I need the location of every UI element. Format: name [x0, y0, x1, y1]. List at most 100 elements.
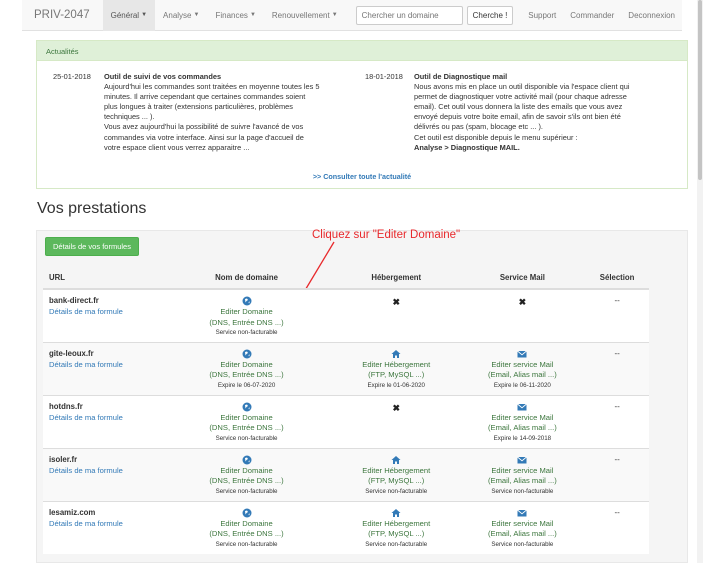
envelope-icon — [517, 350, 528, 357]
hebergement-cell: ✖ — [332, 288, 460, 342]
menu-general[interactable]: Général ▼ — [102, 0, 156, 31]
domaine-sub: (DNS, Entrée DNS ...) — [209, 529, 284, 538]
all-news-link[interactable]: >> Consulter toute l'actualité — [37, 172, 687, 181]
news-panel: Actualités 25-01-2018 Outil de suivi de … — [36, 40, 688, 189]
url-cell: hotdns.fr Détails de ma formule — [43, 394, 161, 448]
hebergement-sub: (FTP, MySQL ...) — [368, 529, 425, 538]
hebergement-cell: ✖ — [332, 394, 460, 448]
globe-icon — [242, 455, 252, 464]
menu-renouvellement[interactable]: Renouvellement ▼ — [264, 0, 346, 31]
scrollbar-thumb[interactable] — [698, 0, 702, 180]
editer-hebergement-link[interactable]: Editer Hébergement — [333, 360, 460, 371]
page-title: Vos prestations — [37, 200, 147, 217]
news-line: minutes. Il arrive cependant que certain… — [104, 92, 306, 102]
menu-finances-label: Finances — [215, 10, 248, 20]
editer-hebergement-link[interactable]: Editer Hébergement — [333, 466, 460, 477]
hebergement-sub: (FTP, MySQL ...) — [368, 476, 425, 485]
mail-sub: (Email, Alias mail ...) — [488, 529, 557, 538]
support-link[interactable]: Support — [521, 0, 563, 31]
hebergement-sub: (FTP, MySQL ...) — [368, 370, 425, 379]
news-line: commandes via votre interface. Ainsi sur… — [104, 132, 304, 142]
envelope-icon — [517, 403, 528, 410]
menu-analyse-label: Analyse — [163, 10, 192, 20]
search-button[interactable]: Cherche ! — [466, 5, 514, 25]
deconnexion-link[interactable]: Deconnexion — [621, 0, 682, 31]
details-formule-link[interactable]: Détails de ma formule — [49, 360, 160, 369]
brand-logo[interactable]: PRIV-2047 — [22, 9, 103, 21]
news-title: Outil de Diagnostique mail — [414, 72, 508, 81]
editer-mail-link[interactable]: Editer service Mail — [460, 519, 586, 530]
menu-analyse[interactable]: Analyse ▼ — [155, 0, 207, 31]
domaine-sub: (DNS, Entrée DNS ...) — [209, 317, 284, 327]
domaine-cell: Editer Domaine (DNS, Entrée DNS ...) Ser… — [160, 288, 333, 342]
news-line: votre espace client vous verrez apparait… — [104, 142, 250, 152]
domaine-note: Service non-facturable — [215, 487, 278, 495]
envelope-icon — [517, 509, 528, 516]
hebergement-cell: Editer Hébergement (FTP, MySQL ...) Serv… — [332, 447, 460, 501]
selection-value[interactable]: -- — [585, 296, 649, 305]
editer-hebergement-link[interactable]: Editer Hébergement — [333, 519, 460, 530]
selection-cell: -- — [585, 500, 649, 554]
domain-name: hotdns.fr — [49, 401, 83, 411]
details-formules-button[interactable]: Détails de vos formules — [45, 237, 139, 256]
mail-cell: ✖ — [459, 288, 586, 342]
table-row: isoler.fr Détails de ma formule Editer D… — [43, 447, 649, 501]
news-line: délivrés ou pas (spam, blocage etc ... )… — [414, 122, 543, 132]
domain-name: isoler.fr — [49, 454, 78, 464]
domaine-note: Service non-facturable — [215, 434, 278, 442]
domaine-note: Service non-facturable — [215, 540, 278, 548]
page-scrollbar[interactable] — [697, 0, 703, 563]
mail-sub: (Email, Alias mail ...) — [488, 370, 557, 379]
col-url: URL — [43, 267, 161, 290]
col-hebergement: Hébergement — [332, 267, 460, 290]
details-formule-link[interactable]: Détails de ma formule — [49, 466, 160, 475]
news-line: Vous avez aujourd'hui la possibilité de … — [104, 122, 304, 132]
news-date: 18-01-2018 — [365, 72, 403, 81]
details-formule-link[interactable]: Détails de ma formule — [49, 307, 160, 316]
editer-domaine-link[interactable]: Editer Domaine — [160, 519, 333, 530]
news-header: Actualités — [37, 41, 687, 61]
commander-link[interactable]: Commander — [563, 0, 621, 31]
details-formule-link[interactable]: Détails de ma formule — [49, 413, 160, 422]
news-path: Analyse > Diagnostique MAIL. — [414, 142, 520, 152]
col-selection: Sélection — [585, 267, 649, 290]
selection-value[interactable]: -- — [585, 402, 649, 411]
selection-cell: -- — [585, 394, 649, 448]
mail-cell: Editer service Mail (Email, Alias mail .… — [459, 500, 586, 554]
news-line: email). Cet outil vous donnera la liste … — [414, 102, 623, 112]
menu-general-label: Général — [110, 10, 140, 20]
url-cell: isoler.fr Détails de ma formule — [43, 447, 161, 501]
news-line: plus longues à traiter (extensions parti… — [104, 102, 293, 112]
mail-cell: Editer service Mail (Email, Alias mail .… — [459, 447, 586, 501]
cross-icon: ✖ — [392, 297, 401, 307]
editer-domaine-link[interactable]: Editer Domaine — [160, 413, 333, 424]
editer-mail-link[interactable]: Editer service Mail — [460, 413, 586, 424]
news-item: Outil de Diagnostique mail Nous avons mi… — [414, 72, 684, 153]
selection-value[interactable]: -- — [585, 508, 649, 517]
editer-domaine-link[interactable]: Editer Domaine — [160, 307, 333, 318]
hebergement-note: Expire le 01-06-2020 — [367, 381, 425, 389]
news-line: permet de diagnostiquer votre activité m… — [414, 92, 627, 102]
editer-mail-link[interactable]: Editer service Mail — [460, 466, 586, 477]
editer-mail-link[interactable]: Editer service Mail — [460, 360, 586, 371]
menu-finances[interactable]: Finances ▼ — [207, 0, 263, 31]
caret-down-icon: ▼ — [249, 12, 256, 18]
details-formule-link[interactable]: Détails de ma formule — [49, 519, 160, 528]
hebergement-cell: Editer Hébergement (FTP, MySQL ...) Expi… — [332, 341, 460, 395]
editer-domaine-link[interactable]: Editer Domaine — [160, 466, 333, 477]
selection-cell: -- — [585, 447, 649, 501]
selection-value[interactable]: -- — [585, 349, 649, 358]
news-title: Outil de suivi de vos commandes — [104, 72, 222, 81]
editer-domaine-link[interactable]: Editer Domaine — [160, 360, 333, 371]
mail-note: Service non-facturable — [491, 487, 554, 495]
domain-search-input[interactable] — [355, 5, 463, 25]
domaine-cell: Editer Domaine (DNS, Entrée DNS ...) Exp… — [160, 341, 333, 395]
envelope-icon — [517, 456, 528, 463]
selection-value[interactable]: -- — [585, 455, 649, 464]
selection-cell: -- — [585, 341, 649, 395]
news-line: envoyé depuis votre boite email, afin de… — [414, 112, 621, 122]
menu-renouvellement-label: Renouvellement — [271, 10, 330, 20]
domaine-cell: Editer Domaine (DNS, Entrée DNS ...) Ser… — [160, 394, 333, 448]
prestations-table: URL Nom de domaine Hébergement Service M… — [43, 267, 649, 554]
col-domaine: Nom de domaine — [160, 267, 333, 290]
